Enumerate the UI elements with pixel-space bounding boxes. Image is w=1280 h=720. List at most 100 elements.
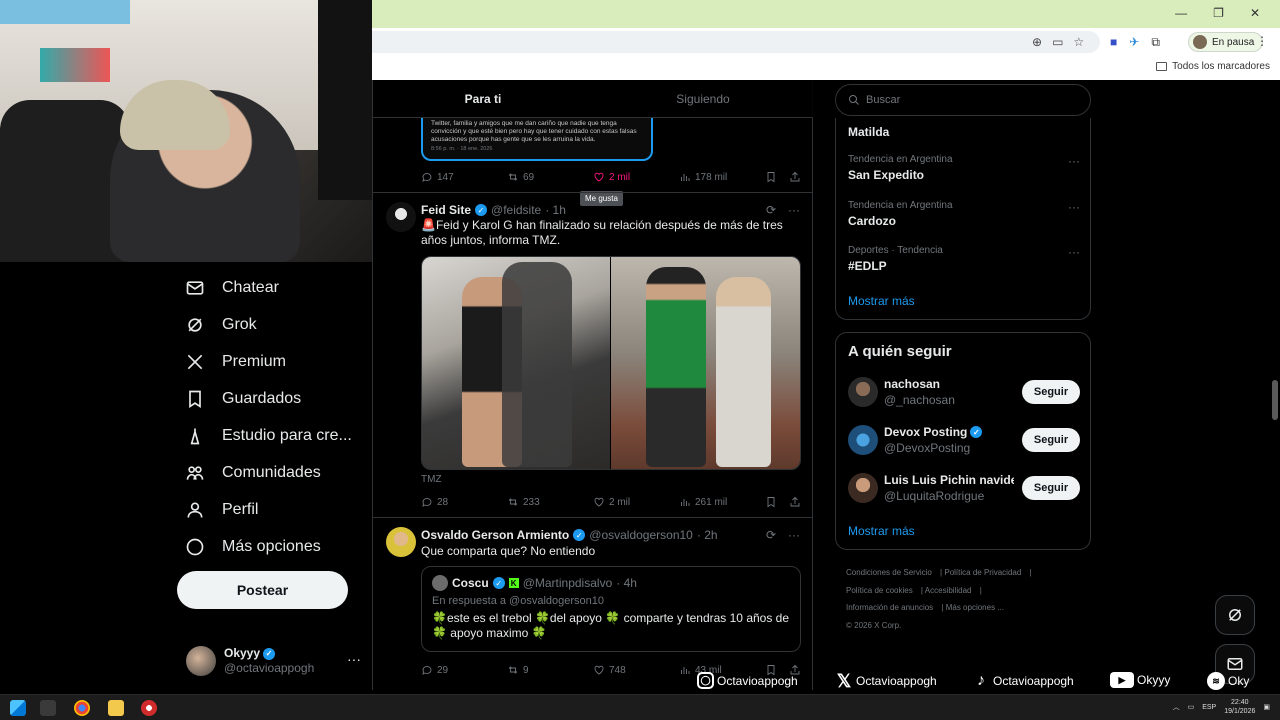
nav-item-chatear[interactable]: Chatear: [184, 272, 279, 304]
repost-button[interactable]: 69: [507, 171, 534, 183]
timeline: Twitter, familia y amigos que me dan car…: [372, 80, 813, 690]
photo[interactable]: [611, 257, 800, 469]
close-icon[interactable]: ✕: [1250, 6, 1260, 20]
author-handle[interactable]: @osvaldogerson10: [589, 528, 693, 542]
bookmark-button[interactable]: [765, 496, 777, 508]
account-switcher[interactable]: Okyyy ✓ @octavioappogh ···: [186, 645, 361, 677]
like-button[interactable]: 2 mil: [593, 171, 630, 183]
network-icon[interactable]: ▭: [1188, 703, 1195, 711]
grok-fab[interactable]: [1215, 595, 1255, 635]
more-icon[interactable]: ···: [1068, 154, 1080, 168]
chrome-icon[interactable]: [74, 700, 90, 716]
grok-icon[interactable]: ⟳: [766, 203, 776, 217]
trend-item[interactable]: Tendencia en Argentina San Expedito ···: [848, 154, 1080, 182]
more-icon[interactable]: ···: [347, 651, 361, 667]
zoom-icon[interactable]: ⊕: [1032, 35, 1042, 49]
nav-item-perfil[interactable]: Perfil: [184, 494, 258, 526]
trend-item[interactable]: Deportes · Tendencia #EDLP ···: [848, 245, 1080, 273]
footer-link[interactable]: Accesibilidad: [925, 586, 972, 595]
file-explorer-icon[interactable]: [108, 700, 124, 716]
chevron-up-icon[interactable]: ︿: [1173, 702, 1180, 712]
all-bookmarks[interactable]: Todos los marcadores: [1156, 61, 1270, 72]
views-button[interactable]: 178 mil: [679, 171, 727, 183]
reply-button[interactable]: 28: [421, 496, 448, 508]
search-box[interactable]: [835, 84, 1091, 116]
profile-pause-chip[interactable]: En pausa: [1188, 32, 1264, 52]
grok-icon[interactable]: ⟳: [766, 528, 776, 542]
follow-suggestion[interactable]: Devox Posting ✓ @DevoxPosting Seguir: [848, 425, 1080, 457]
follow-suggestion[interactable]: Luis Luis Pichin navide... @LuquitaRodri…: [848, 473, 1080, 505]
reply-button[interactable]: 147: [421, 171, 454, 183]
post-time[interactable]: · 1h: [545, 203, 566, 217]
follow-suggestion[interactable]: nachosan @_nachosan Seguir: [848, 377, 1080, 409]
author-name[interactable]: Feid Site: [421, 203, 471, 217]
obs-icon[interactable]: [141, 700, 157, 716]
tab-for-you[interactable]: Para ti: [373, 80, 593, 117]
previous-post-image-card[interactable]: Twitter, familia y amigos que me dan car…: [421, 118, 653, 161]
show-more-follow[interactable]: Mostrar más: [848, 524, 915, 538]
trend-topic: San Expedito: [848, 168, 925, 182]
clock[interactable]: 22:40 19/1/2026: [1224, 698, 1255, 716]
more-icon[interactable]: ···: [1068, 200, 1080, 214]
minimize-icon[interactable]: —: [1175, 6, 1187, 20]
page-scrollbar[interactable]: [1272, 380, 1278, 420]
post-time[interactable]: · 2h: [697, 528, 718, 542]
media-player-icon[interactable]: [40, 700, 56, 716]
repost-button[interactable]: 233: [507, 496, 540, 508]
follow-button[interactable]: Seguir: [1022, 428, 1080, 452]
like-button[interactable]: 748: [593, 664, 626, 676]
author-handle[interactable]: @feidsite: [491, 203, 541, 217]
more-icon[interactable]: ···: [1068, 245, 1080, 259]
avatar[interactable]: [386, 527, 416, 557]
more-icon[interactable]: ···: [788, 203, 800, 217]
share-button[interactable]: [789, 496, 801, 508]
post-button[interactable]: Postear: [177, 571, 348, 609]
nav-item-comunidades[interactable]: Comunidades: [184, 457, 321, 489]
footer-link[interactable]: Más opciones ...: [946, 603, 1004, 612]
notification-icon[interactable]: ▣: [1263, 703, 1270, 711]
search-input[interactable]: [866, 94, 1066, 106]
footer-link[interactable]: Condiciones de Servicio: [846, 568, 932, 577]
photo[interactable]: [422, 257, 610, 469]
restore-icon[interactable]: ❐: [1213, 6, 1224, 20]
share-button[interactable]: [789, 171, 801, 183]
trend-item[interactable]: Matilda: [848, 122, 1080, 139]
nav-item-grok[interactable]: Grok: [184, 309, 257, 341]
puzzle-icon[interactable]: ⧉: [1151, 35, 1160, 50]
more-icon[interactable]: ···: [788, 528, 800, 542]
views-button[interactable]: 261 mil: [679, 496, 727, 508]
footer-link[interactable]: Información de anuncios: [846, 603, 933, 612]
author-name[interactable]: Osvaldo Gerson Armiento: [421, 528, 569, 542]
show-more-trends[interactable]: Mostrar más: [848, 294, 915, 308]
repost-button[interactable]: 9: [507, 664, 529, 676]
footer-link[interactable]: Política de Privacidad: [944, 568, 1021, 577]
url-field[interactable]: [372, 31, 1100, 53]
windows-start-icon[interactable]: [10, 700, 26, 716]
quoted-post[interactable]: Coscu ✓ K @Martinpdisalvo · 4h En respue…: [421, 566, 801, 652]
lang-indicator[interactable]: ESP: [1202, 704, 1216, 711]
avatar[interactable]: [386, 202, 416, 232]
trend-item[interactable]: Tendencia en Argentina Cardozo ···: [848, 200, 1080, 228]
extension-icon[interactable]: ✈: [1129, 35, 1139, 50]
quote-author-name: Coscu: [452, 576, 489, 590]
nav-item-más-opciones[interactable]: Más opciones: [184, 531, 321, 563]
nav-item-premium[interactable]: Premium: [184, 346, 286, 378]
tab-following[interactable]: Siguiendo: [593, 80, 813, 117]
cast-icon[interactable]: ▭: [1052, 35, 1063, 49]
like-button[interactable]: 2 mil: [593, 496, 630, 508]
who-to-follow-title: A quién seguir: [848, 343, 952, 360]
nav-item-estudio-para-cre[interactable]: Estudio para cre...: [184, 420, 352, 452]
reply-button[interactable]: 29: [421, 664, 448, 676]
star-icon[interactable]: ☆: [1073, 35, 1084, 49]
social-handle: Octavioappogh: [993, 674, 1074, 688]
nav-item-guardados[interactable]: Guardados: [184, 383, 301, 415]
bookmark-button[interactable]: [765, 171, 777, 183]
menu-icon[interactable]: ⋮: [1256, 34, 1268, 48]
footer-link[interactable]: Política de cookies: [846, 586, 913, 595]
post-media[interactable]: [421, 256, 801, 470]
reply-icon: [422, 173, 432, 182]
avatar: [432, 575, 448, 591]
extension-icon[interactable]: ■: [1110, 35, 1117, 50]
follow-button[interactable]: Seguir: [1022, 476, 1080, 500]
follow-button[interactable]: Seguir: [1022, 380, 1080, 404]
